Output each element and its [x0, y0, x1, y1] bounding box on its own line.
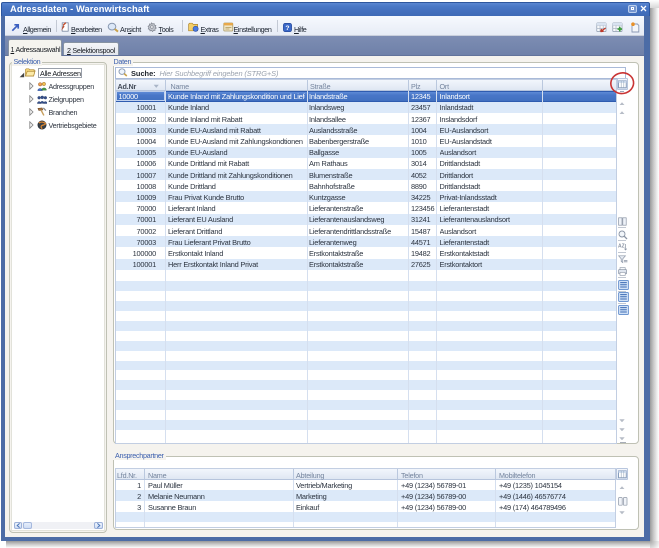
svg-text:AZ: AZ	[618, 243, 625, 249]
svg-text:?: ?	[285, 24, 289, 31]
